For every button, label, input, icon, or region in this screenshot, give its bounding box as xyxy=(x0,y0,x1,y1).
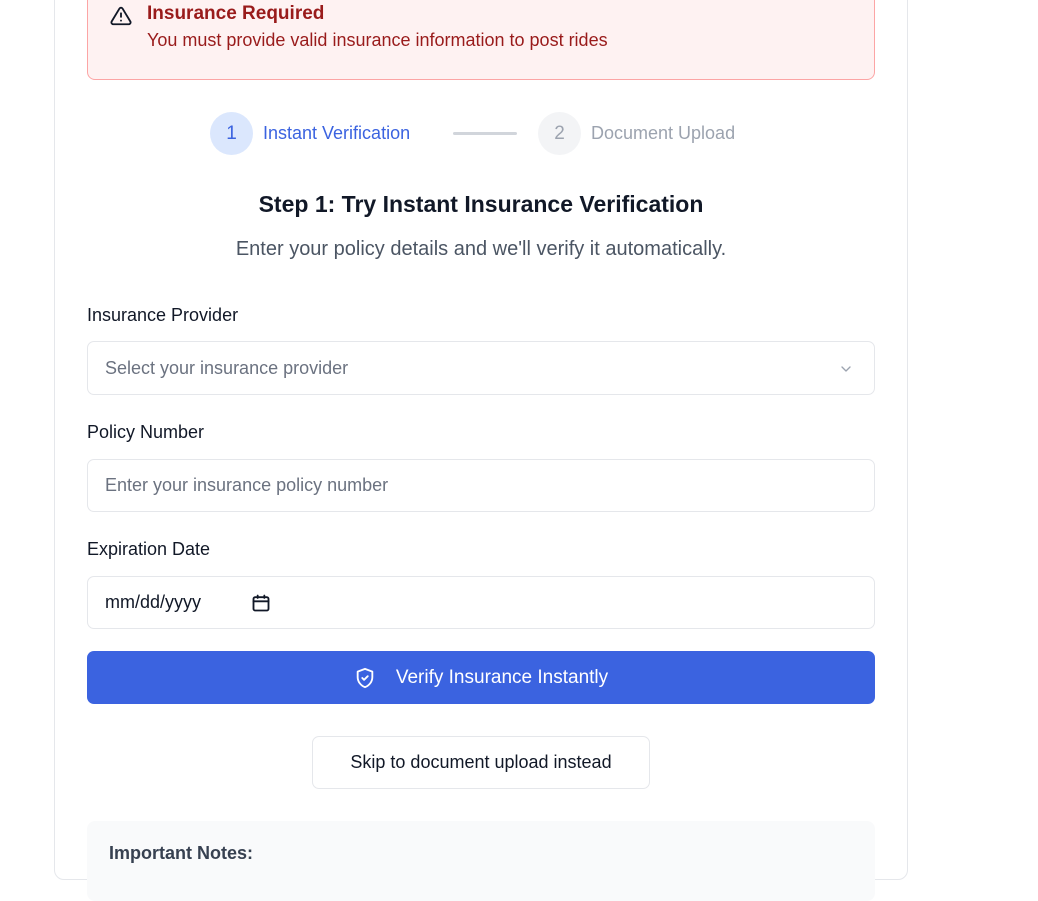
page-subtitle: Enter your policy details and we'll veri… xyxy=(235,238,727,260)
provider-placeholder: Select your insurance provider xyxy=(105,357,349,378)
policy-number-input[interactable]: Enter your insurance policy number xyxy=(87,459,875,512)
insurance-required-alert: Insurance Required You must provide vali… xyxy=(87,0,875,80)
expiration-date-input[interactable]: mm/dd/yyyy xyxy=(87,576,875,629)
page-title: Step 1: Try Instant Insurance Verificati… xyxy=(258,191,704,217)
step-connector xyxy=(453,132,517,135)
step-2-circle: 2 xyxy=(538,112,581,155)
policy-number-label: Policy Number xyxy=(87,422,205,442)
step-2-label: Document Upload xyxy=(591,123,736,143)
skip-to-upload-button[interactable]: Skip to document upload instead xyxy=(312,736,650,789)
verify-button-label: Verify Insurance Instantly xyxy=(395,666,609,688)
skip-button-label: Skip to document upload instead xyxy=(350,752,612,772)
expiration-date-placeholder: mm/dd/yyyy xyxy=(105,592,202,612)
notes-title: Important Notes: xyxy=(109,843,253,863)
warning-triangle-icon xyxy=(110,6,132,26)
alert-message: You must provide valid insurance informa… xyxy=(147,30,608,50)
shield-check-icon xyxy=(356,667,374,688)
step-1-circle: 1 xyxy=(210,112,253,155)
chevron-down-icon xyxy=(841,366,851,372)
provider-select[interactable]: Select your insurance provider xyxy=(87,341,875,395)
policy-number-placeholder: Enter your insurance policy number xyxy=(105,475,389,495)
step-1-label: Instant Verification xyxy=(263,123,411,143)
expiration-date-label: Expiration Date xyxy=(87,539,211,559)
calendar-icon[interactable] xyxy=(251,593,271,613)
provider-label: Insurance Provider xyxy=(87,305,239,325)
step-indicator: 1 Instant Verification 2 Document Upload xyxy=(210,112,770,155)
verify-insurance-button[interactable]: Verify Insurance Instantly xyxy=(87,651,875,704)
important-notes-box: Important Notes: xyxy=(87,821,875,901)
alert-title: Insurance Required xyxy=(147,3,325,24)
